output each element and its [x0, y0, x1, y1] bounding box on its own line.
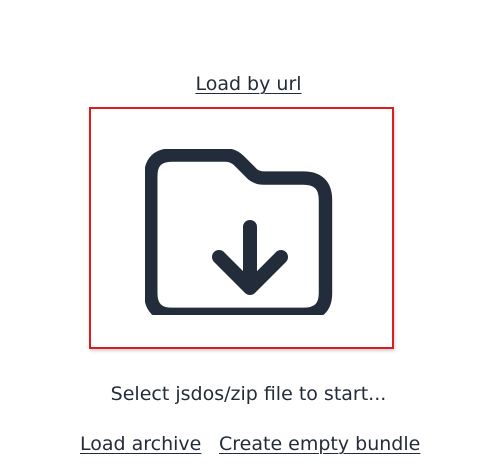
status-text: Select jsdos/zip file to start...	[110, 383, 387, 405]
create-empty-bundle-link[interactable]: Create empty bundle	[219, 432, 420, 456]
file-drop-zone[interactable]	[89, 107, 394, 349]
load-by-url-link[interactable]: Load by url	[0, 72, 485, 96]
load-archive-link[interactable]: Load archive	[80, 432, 201, 456]
folder-download-icon	[145, 149, 333, 315]
